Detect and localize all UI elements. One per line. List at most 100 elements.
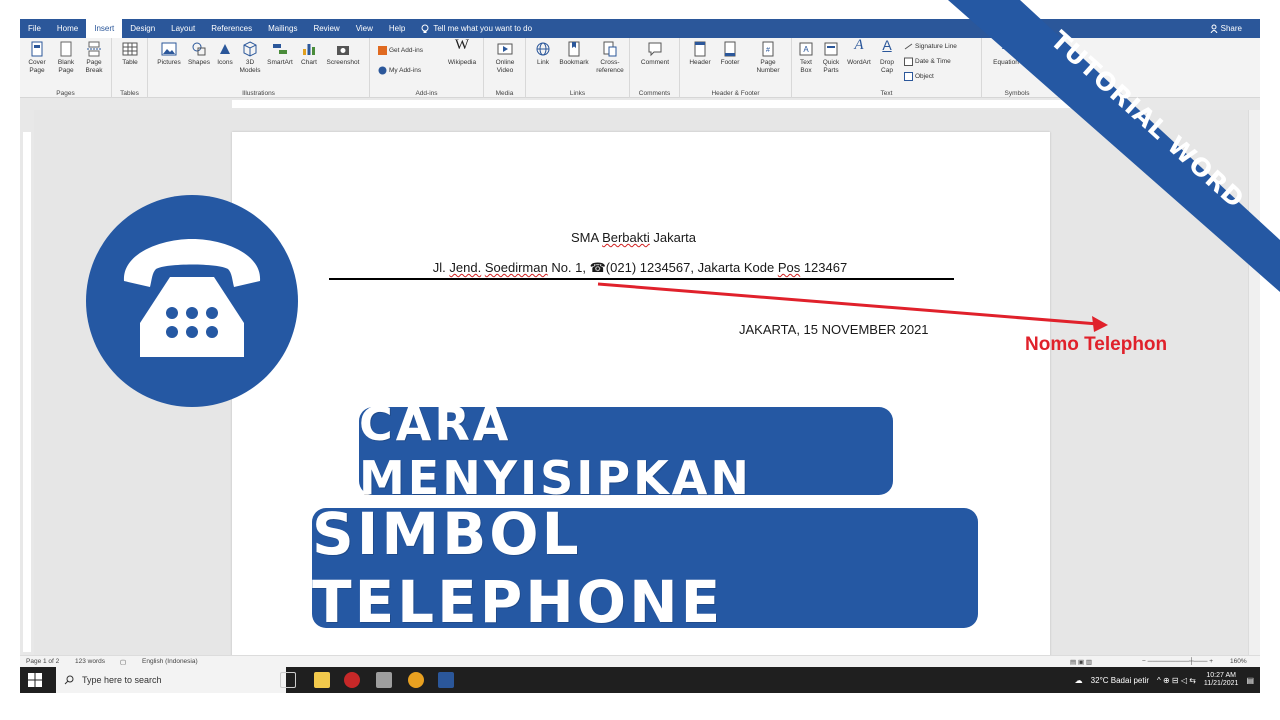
language-indicator[interactable]: English (Indonesia) [142,658,198,665]
signature-line-button[interactable]: Signature Line [904,42,957,51]
tab-mailings[interactable]: Mailings [260,19,305,38]
chart-label: Chart [301,59,317,66]
tray-icons[interactable]: ^ ⊕ ⊟ ◁ ⇆ [1157,676,1196,685]
smartart-button[interactable]: SmartArt [264,41,296,67]
3d-models-label: 3D Models [239,59,261,74]
group-label-illustrations: Illustrations [242,90,275,97]
header-label: Header [689,59,711,66]
zoom-slider[interactable]: − ─────────┼─── + [1142,658,1213,665]
object-button[interactable]: Object [904,72,934,81]
notifications-icon[interactable]: ▤ [1246,676,1254,685]
address-e: No. 1, ☎(021) 1234567, Jakarta Kode [547,260,778,275]
telephone-icon [123,239,261,357]
bookmark-button[interactable]: Bookmark [556,41,592,67]
wordart-label: WordArt [847,59,871,66]
page-number-icon: # [762,41,774,57]
table-button[interactable]: Table [118,41,142,67]
weather-icon[interactable]: ☁ [1075,676,1083,685]
page-number-button[interactable]: # Page Number [748,41,788,75]
3d-models-button[interactable]: 3D Models [237,41,263,75]
header-button[interactable]: Header [686,41,714,67]
chrome-icon[interactable] [408,672,424,688]
doc-school-name[interactable]: SMA Berbakti Jakarta [571,230,696,245]
comment-button[interactable]: Comment [638,41,672,67]
equation-button[interactable]: π Equation [986,37,1026,67]
system-tray: ☁ 32°C Badai petir ^ ⊕ ⊟ ◁ ⇆ 10:27 AM 11… [1075,667,1254,693]
quick-parts-icon [824,42,838,56]
doc-date-line[interactable]: JAKARTA, 15 NOVEMBER 2021 [739,322,929,337]
word-icon[interactable] [438,672,454,688]
share-button[interactable]: Share [1210,19,1242,38]
weather-text[interactable]: 32°C Badai petir [1091,676,1149,685]
pictures-label: Pictures [157,59,181,66]
footer-button[interactable]: Footer [716,41,744,67]
group-label-links: Links [569,90,586,97]
usb-app-icon[interactable] [376,672,392,688]
tab-review[interactable]: Review [305,19,347,38]
cross-reference-icon [603,41,617,57]
recorder-icon[interactable] [344,672,360,688]
camera-icon [337,46,349,55]
quick-parts-button[interactable]: Quick Parts [818,41,844,75]
tab-help[interactable]: Help [381,19,413,38]
text-box-label: Text Box [800,59,812,74]
wordart-button[interactable]: A WordArt [844,38,874,67]
zoom-level[interactable]: 160% [1230,658,1247,665]
vertical-ruler[interactable] [20,110,34,655]
tab-design[interactable]: Design [122,19,163,38]
cover-page-icon [31,41,43,57]
task-view-icon[interactable] [280,672,296,688]
page-break-button[interactable]: Page Break [81,41,107,75]
chart-icon [303,44,315,55]
chart-button[interactable]: Chart [297,41,321,67]
tab-layout[interactable]: Layout [163,19,203,38]
my-addins-button[interactable]: My Add-ins [378,66,421,75]
clock[interactable]: 10:27 AM 11/21/2021 [1204,672,1239,688]
vertical-scrollbar[interactable] [1248,110,1260,655]
group-addins: Get Add-ins My Add-ins W Wikipedia Add-i… [370,38,484,98]
taskbar-search-input[interactable]: Type here to search [56,667,286,693]
windows-start-icon[interactable] [28,673,42,687]
icons-button[interactable]: Icons [214,41,236,67]
text-box-button[interactable]: A Text Box [794,41,818,75]
horizontal-ruler[interactable] [20,98,1260,110]
tab-file[interactable]: File [20,19,49,38]
cover-page-button[interactable]: Cover Page [24,41,50,75]
blank-page-label: Blank Page [57,59,75,74]
tab-view[interactable]: View [348,19,381,38]
pi-icon: π [1001,37,1011,53]
drop-cap-button[interactable]: A Drop Cap [874,38,900,75]
file-explorer-icon[interactable] [314,672,330,688]
screenshot-button[interactable]: Screenshot [322,41,364,67]
signature-line-label: Signature Line [915,43,957,50]
get-addins-button[interactable]: Get Add-ins [378,46,423,55]
group-illustrations: Pictures Shapes Icons 3D Models SmartArt… [148,38,370,98]
wikipedia-button[interactable]: W Wikipedia [444,38,480,67]
shapes-button[interactable]: Shapes [185,41,213,67]
calendar-icon [904,57,913,66]
view-icons[interactable]: ▤ ▣ ▥ [1070,658,1092,666]
pictures-button[interactable]: Pictures [154,41,184,67]
comment-icon [648,42,662,57]
group-pages: Cover Page Blank Page Page Break Pages [20,38,112,98]
group-links: Link Bookmark Cross-reference Links [526,38,630,98]
blank-page-button[interactable]: Blank Page [53,41,79,75]
tell-me-search[interactable]: Tell me what you want to do [413,24,540,34]
page-count[interactable]: Page 1 of 2 [26,658,59,665]
link-button[interactable]: Link [532,41,554,67]
pictures-icon [161,42,177,56]
tab-insert[interactable]: Insert [86,19,123,38]
link-label: Link [537,59,549,66]
school-suffix: Jakarta [649,230,697,245]
person-icon [1210,24,1218,33]
globe-link-icon [536,42,550,56]
tab-references[interactable]: References [203,19,260,38]
group-text: A Text Box Quick Parts A WordArt A Drop … [792,38,982,98]
date-time-button[interactable]: Date & Time [904,57,951,66]
puzzle-icon [378,66,387,75]
tab-home[interactable]: Home [49,19,86,38]
online-video-button[interactable]: Online Video [490,41,520,75]
proofing-icon[interactable]: ▢ [120,658,126,666]
word-count[interactable]: 123 words [75,658,105,665]
cross-reference-button[interactable]: Cross-reference [592,41,628,75]
